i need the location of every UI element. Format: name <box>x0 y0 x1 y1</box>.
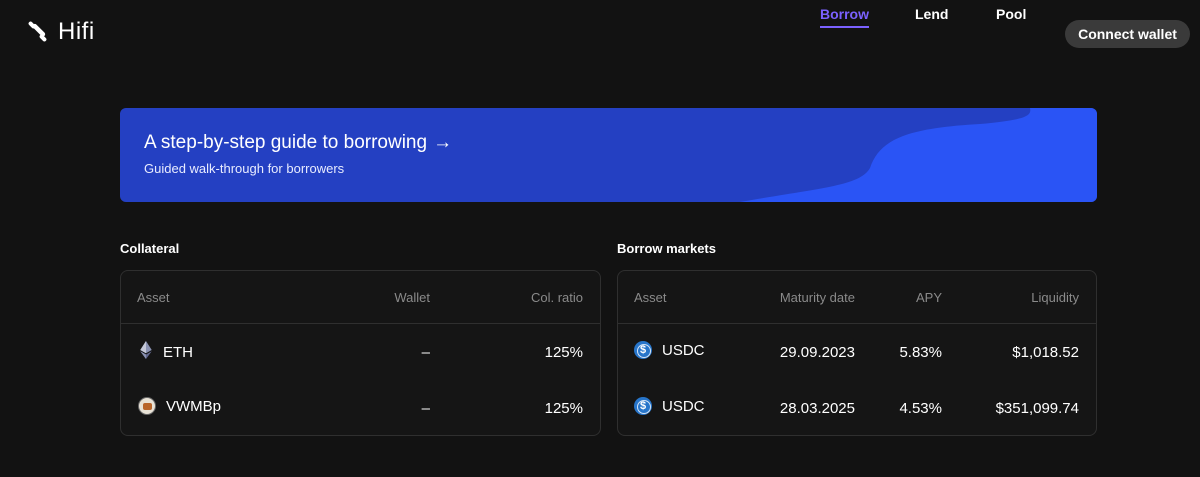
usdc-icon <box>634 341 652 359</box>
brand-name: Hifi <box>58 18 95 45</box>
borrow-markets-table: Asset Maturity date APY Liquidity USDC 2… <box>617 270 1097 436</box>
arrow-right-icon: → <box>433 132 453 153</box>
maturity-date: 29.09.2023 <box>779 344 855 361</box>
banner-title-text: A step-by-step guide to borrowing <box>144 132 428 153</box>
banner-subtitle: Guided walk-through for borrowers <box>144 161 345 176</box>
table-row[interactable]: VWMBp – 125% <box>121 380 600 436</box>
wallet-balance: – <box>421 344 430 361</box>
nav-active-underline <box>820 26 869 28</box>
col-liquidity-header: Liquidity <box>1031 290 1079 305</box>
nav-pool[interactable]: Pool <box>996 6 1026 22</box>
asset-cell: USDC <box>634 341 705 359</box>
maturity-date: 28.03.2025 <box>779 400 855 417</box>
borrow-guide-banner[interactable]: A step-by-step guide to borrowing → Guid… <box>120 108 1097 202</box>
hifi-logo-icon <box>26 19 52 45</box>
asset-symbol: USDC <box>662 397 705 415</box>
usdc-icon <box>634 397 652 415</box>
col-ratio-header: Col. ratio <box>530 290 583 305</box>
col-asset-header: Asset <box>137 290 170 305</box>
banner-title: A step-by-step guide to borrowing → <box>144 132 452 154</box>
liquidity-value: $1,018.52 <box>1012 344 1079 361</box>
asset-symbol: VWMBp <box>166 397 222 415</box>
wallet-balance: – <box>421 400 430 417</box>
liquidity-value: $351,099.74 <box>995 400 1079 417</box>
eth-icon <box>139 341 153 363</box>
collateral-table: Asset Wallet Col. ratio ETH – 125% VWMBp… <box>120 270 601 436</box>
asset-cell: USDC <box>634 397 705 415</box>
table-row[interactable]: ETH – 125% <box>121 324 600 380</box>
col-wallet-header: Wallet <box>394 290 430 305</box>
connect-wallet-button[interactable]: Connect wallet <box>1065 20 1190 48</box>
apy-value: 4.53% <box>899 400 942 417</box>
asset-symbol: ETH <box>163 343 193 361</box>
col-ratio: 125% <box>544 400 583 417</box>
vwmbp-icon <box>138 397 156 415</box>
app-page: Hifi Borrow Borrow Lend Pool Connect wal… <box>0 0 1200 477</box>
top-header: Hifi Borrow Borrow Lend Pool Connect wal… <box>0 0 1200 68</box>
nav-borrow[interactable]: Borrow <box>820 6 869 22</box>
col-ratio: 125% <box>544 344 583 361</box>
hifi-logo[interactable]: Hifi <box>26 18 95 46</box>
collateral-table-header: Asset Wallet Col. ratio <box>121 271 600 324</box>
asset-cell: VWMBp <box>138 397 221 415</box>
col-asset-header: Asset <box>634 290 667 305</box>
borrow-markets-title: Borrow markets <box>617 241 716 256</box>
nav-lend[interactable]: Lend <box>915 6 948 22</box>
borrow-markets-header: Asset Maturity date APY Liquidity <box>618 271 1096 324</box>
collateral-title: Collateral <box>120 241 180 256</box>
asset-cell: ETH <box>139 341 193 363</box>
col-apy-header: APY <box>915 290 942 305</box>
banner-wave-decoration <box>740 108 1097 202</box>
table-row[interactable]: USDC 29.09.2023 5.83% $1,018.52 <box>618 324 1096 380</box>
col-maturity-header: Maturity date <box>779 290 855 305</box>
table-row[interactable]: USDC 28.03.2025 4.53% $351,099.74 <box>618 380 1096 436</box>
apy-value: 5.83% <box>899 344 942 361</box>
asset-symbol: USDC <box>662 341 705 359</box>
